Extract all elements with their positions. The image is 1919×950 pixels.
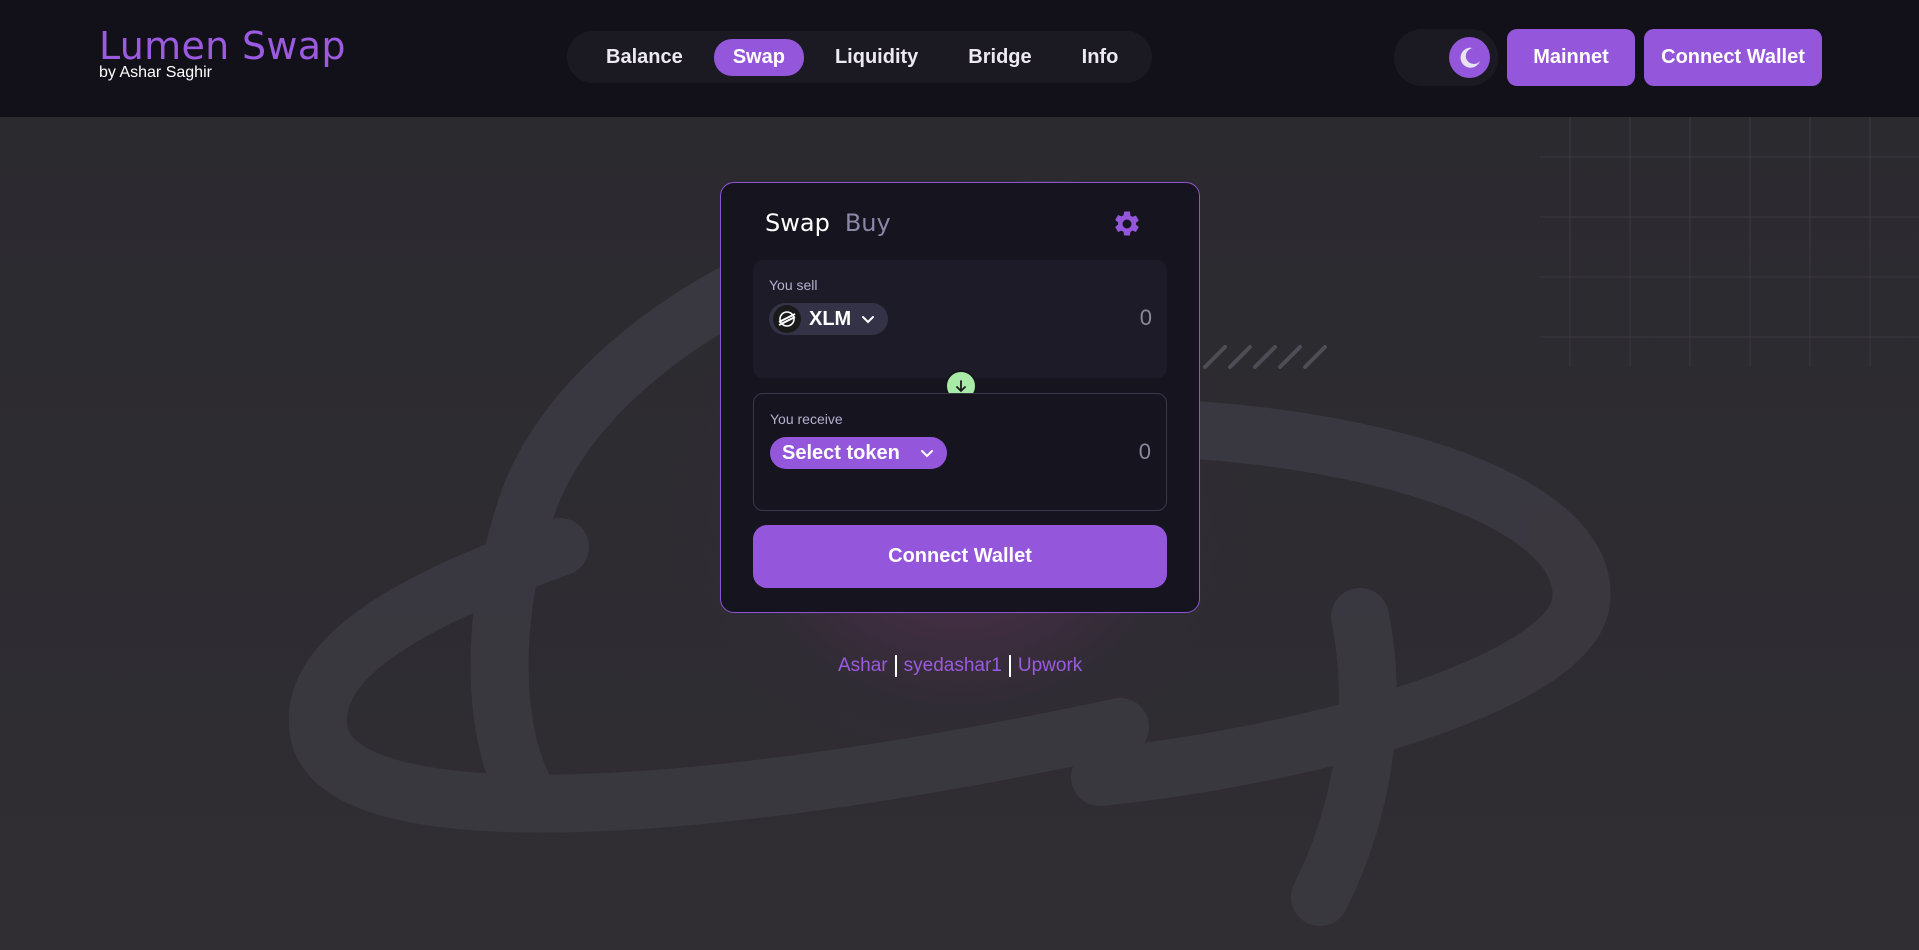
footer-link-ashar[interactable]: Ashar <box>838 655 888 677</box>
card-tabs: Swap Buy <box>765 209 891 237</box>
sell-token-selector[interactable]: XLM <box>769 303 888 335</box>
brand[interactable]: Lumen Swap by Ashar Saghir <box>99 26 346 82</box>
connect-wallet-button[interactable]: Connect Wallet <box>753 525 1167 588</box>
receive-amount-input[interactable]: 0 <box>1139 439 1151 465</box>
nav-item-liquidity[interactable]: Liquidity <box>816 39 937 76</box>
footer-link-github[interactable]: syedashar1 <box>904 655 1002 677</box>
top-header: Lumen Swap by Ashar Saghir Balance Swap … <box>0 0 1919 117</box>
footer-links: Ashar syedashar1 Upwork <box>838 655 1082 677</box>
nav-item-swap[interactable]: Swap <box>713 38 804 76</box>
nav-item-balance[interactable]: Balance <box>587 39 702 76</box>
select-token-label: Select token <box>782 441 900 464</box>
chevron-down-icon <box>921 450 933 458</box>
gear-icon[interactable] <box>1112 209 1142 239</box>
tab-buy[interactable]: Buy <box>845 209 891 237</box>
stellar-logo-icon <box>773 305 801 333</box>
footer-separator <box>894 655 897 677</box>
chevron-down-icon <box>862 316 874 324</box>
main-nav: Balance Swap Liquidity Bridge Info <box>567 31 1152 83</box>
theme-toggle[interactable] <box>1394 29 1498 86</box>
receive-panel: You receive Select token 0 <box>753 393 1167 511</box>
tab-swap[interactable]: Swap <box>765 209 830 237</box>
sell-label: You sell <box>769 277 818 293</box>
arrow-down-icon <box>956 380 966 393</box>
nav-item-bridge[interactable]: Bridge <box>949 39 1050 76</box>
moon-icon <box>1449 37 1490 78</box>
network-button[interactable]: Mainnet <box>1507 29 1635 86</box>
sell-panel: You sell XLM 0 <box>753 260 1167 378</box>
sell-amount-input[interactable]: 0 <box>1140 305 1152 331</box>
footer-separator <box>1008 655 1011 677</box>
sell-token-symbol: XLM <box>809 307 852 330</box>
receive-token-selector[interactable]: Select token <box>770 437 947 469</box>
header-connect-wallet-button[interactable]: Connect Wallet <box>1644 29 1822 86</box>
nav-item-info[interactable]: Info <box>1063 39 1138 76</box>
brand-title: Lumen Swap <box>99 24 346 68</box>
receive-label: You receive <box>770 411 843 427</box>
swap-card: Swap Buy You sell XLM 0 You receive Sele… <box>720 182 1200 613</box>
footer-link-upwork[interactable]: Upwork <box>1018 655 1082 677</box>
